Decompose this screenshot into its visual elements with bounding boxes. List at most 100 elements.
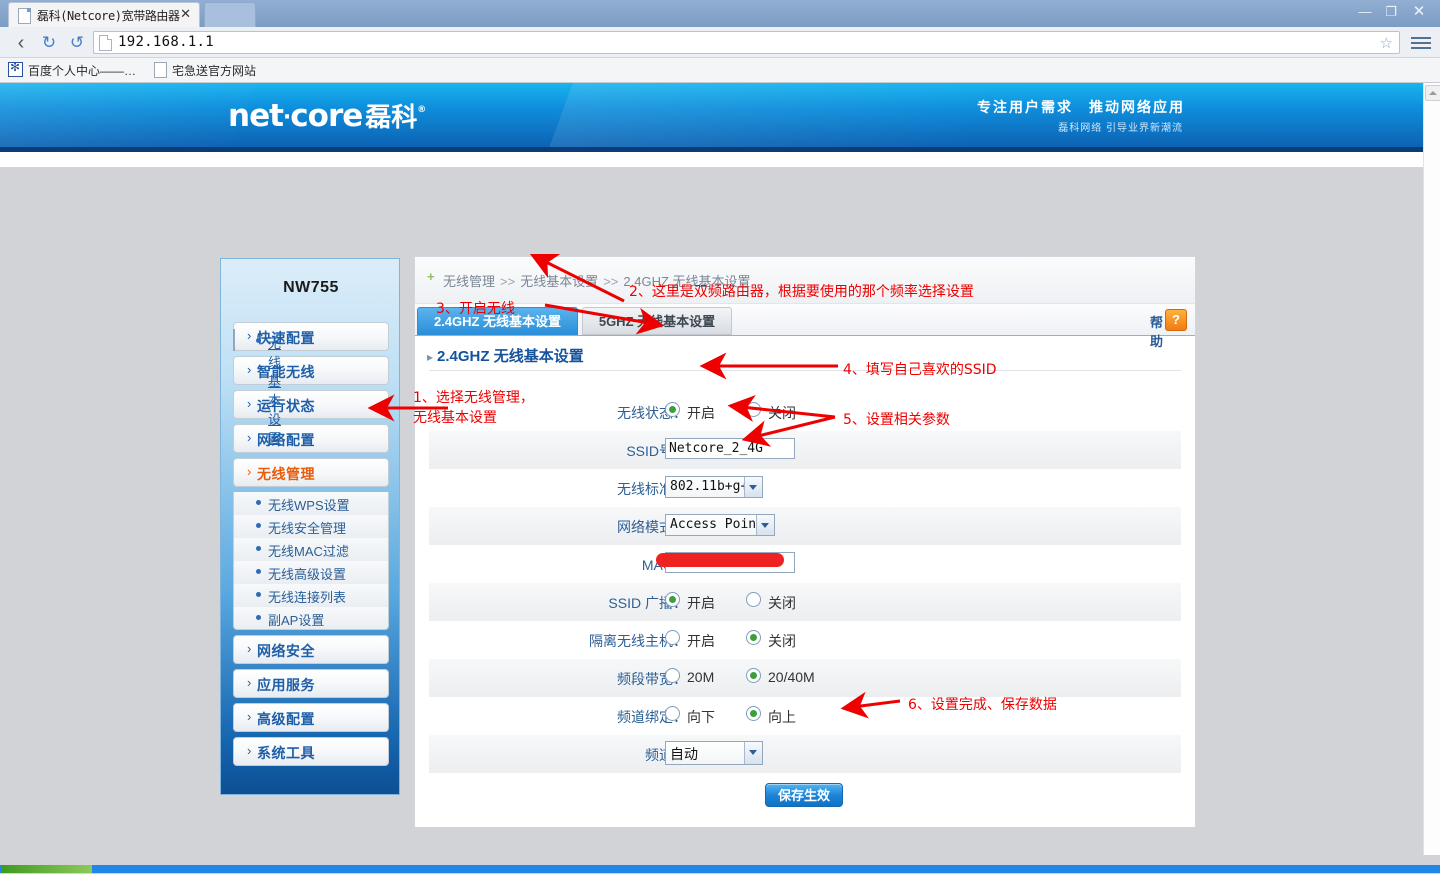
baidu-icon	[8, 62, 23, 77]
wireless-status-radio-on[interactable]	[665, 402, 680, 417]
sidebar-item-network-security[interactable]: › 网络安全	[233, 635, 389, 664]
form-row-channel: 频道： 自动	[429, 735, 1181, 773]
logo-chinese: 磊科	[365, 103, 417, 133]
bookmark-star-icon[interactable]: ☆	[1380, 35, 1393, 52]
taskbar-strip	[0, 865, 1440, 873]
network-mode-value: Access Point	[670, 517, 764, 532]
sidebar-subitem-mac-filter[interactable]: 无线MAC过滤	[233, 538, 389, 561]
scroll-up-arrow-icon[interactable]	[1425, 85, 1440, 101]
sidebar-subitem-label: 副AP设置	[268, 610, 324, 629]
channel-binding-radio-down[interactable]	[665, 706, 680, 721]
window-maximize-icon[interactable]: ❐	[1378, 2, 1404, 22]
wireless-standard-select[interactable]: 802.11b+g+n	[665, 476, 763, 498]
sidebar-item-label: 应用服务	[257, 675, 315, 695]
bookmark-label: 宅急送官方网站	[172, 62, 256, 79]
wireless-status-option-on: 开启	[687, 403, 715, 423]
taskbar	[0, 855, 1440, 874]
sidebar-item-network-config[interactable]: › 网络配置	[233, 424, 389, 453]
back-arrow-icon[interactable]: ‹	[10, 32, 32, 54]
breadcrumb-separator: >>	[603, 274, 618, 289]
sidebar-subitem-wireless-basic[interactable]: 无线基本设置	[233, 329, 235, 351]
save-button[interactable]: 保存生效	[765, 783, 843, 807]
sidebar-subitem-label: 无线连接列表	[268, 587, 346, 606]
isolate-hosts-radio-off[interactable]	[746, 630, 761, 645]
ssid-broadcast-radio-on[interactable]	[665, 592, 680, 607]
sidebar-subitem-wireless-advanced[interactable]: 无线高级设置	[233, 561, 389, 584]
chevron-right-icon: ›	[247, 396, 251, 411]
reload-icon[interactable]: ↻	[38, 32, 60, 54]
form-row-isolate-hosts: 隔离无线主机： 开启 关闭	[429, 621, 1181, 659]
history-icon[interactable]: ↺	[66, 32, 88, 54]
sidebar-item-system-tools[interactable]: › 系统工具	[233, 737, 389, 766]
wireless-status-radio-off[interactable]	[746, 402, 761, 417]
netcore-logo: net·core磊科®	[228, 97, 425, 134]
ssid-broadcast-option-on: 开启	[687, 593, 715, 613]
hamburger-menu-icon[interactable]	[1410, 34, 1432, 52]
sidebar-item-label: 智能无线	[257, 362, 315, 382]
channel-select[interactable]: 自动	[665, 741, 763, 765]
sidebar-subitem-label: 无线MAC过滤	[268, 541, 349, 560]
sidebar-item-label: 网络配置	[257, 430, 315, 450]
bullet-icon	[256, 500, 261, 505]
ssid-broadcast-radio-off[interactable]	[746, 592, 761, 607]
bullet-icon	[256, 569, 261, 574]
content-tab-bar: 2.4GHZ 无线基本设置 5GHZ 无线基本设置 帮助 ?	[415, 304, 1195, 336]
sidebar-subitem-wireless-security[interactable]: 无线安全管理	[233, 515, 389, 538]
annotation-4: 4、填写自己喜欢的SSID	[843, 360, 997, 380]
logo-core: core	[290, 98, 362, 134]
page-scrollbar[interactable]	[1423, 83, 1440, 855]
sidebar-item-label: 运行状态	[257, 396, 315, 416]
sidebar-subitem-label: 无线高级设置	[268, 564, 346, 583]
address-bar[interactable]: 192.168.1.1 ☆	[93, 31, 1400, 54]
bullet-icon	[256, 592, 261, 597]
channel-binding-radio-up[interactable]	[746, 706, 761, 721]
chevron-right-icon: ›	[247, 430, 251, 445]
sidebar-item-label: 快速配置	[257, 328, 315, 348]
sidebar-item-application-service[interactable]: › 应用服务	[233, 669, 389, 698]
sidebar-subitem-secondary-ap[interactable]: 副AP设置	[233, 607, 389, 630]
page-icon	[18, 8, 31, 24]
browser-chrome: 磊科(Netcore)宽带路由器 ✕ — ❐ ✕ ‹ ↻ ↺ 192.168.1…	[0, 0, 1440, 83]
chevron-down-icon	[744, 742, 762, 764]
window-minimize-icon[interactable]: —	[1352, 2, 1378, 22]
browser-tab-active[interactable]: 磊科(Netcore)宽带路由器 ✕	[8, 2, 200, 27]
bandwidth-radio-2040m[interactable]	[746, 668, 761, 683]
breadcrumb-item-1[interactable]: 无线管理	[443, 274, 495, 289]
window-close-icon[interactable]: ✕	[1406, 2, 1432, 22]
ssid-input[interactable]: Netcore_2_4G	[665, 438, 795, 459]
bandwidth-radio-20m[interactable]	[665, 668, 680, 683]
form-row-ssid-broadcast: SSID 广播： 开启 关闭	[429, 583, 1181, 621]
browser-new-tab-button[interactable]	[204, 2, 256, 27]
sidebar-menu: › 快速配置 › 智能无线 › 运行状态 › 网络配置 › 无线管理 无线基本设	[233, 322, 389, 771]
bullet-icon	[256, 546, 261, 551]
sidebar-item-wireless-management[interactable]: › 无线管理	[233, 458, 389, 487]
tab-5ghz-wireless-basic[interactable]: 5GHZ 无线基本设置	[582, 307, 732, 335]
sidebar-subitem-wps[interactable]: 无线WPS设置	[233, 492, 389, 515]
annotation-1: 1、选择无线管理， 无线基本设置	[413, 388, 534, 428]
device-model-label: NW755	[221, 279, 401, 297]
sidebar-item-status[interactable]: › 运行状态	[233, 390, 389, 419]
browser-navbar: ‹ ↻ ↺ 192.168.1.1 ☆	[0, 27, 1440, 58]
network-mode-select[interactable]: Access Point	[665, 514, 775, 536]
section-title: ▸2.4GHZ 无线基本设置	[427, 345, 584, 366]
form-row-wireless-standard: 无线标准： 802.11b+g+n	[429, 469, 1181, 507]
page-info-icon	[99, 35, 112, 51]
breadcrumb-item-2[interactable]: 无线基本设置	[520, 274, 598, 289]
address-bar-text: 192.168.1.1	[118, 34, 214, 50]
sidebar-item-smart-wireless[interactable]: › 智能无线	[233, 356, 389, 385]
annotation-5: 5、设置相关参数	[843, 410, 950, 430]
sidebar-item-quick-setup[interactable]: › 快速配置	[233, 322, 389, 351]
sidebar-subitem-connection-list[interactable]: 无线连接列表	[233, 584, 389, 607]
chevron-right-icon: ›	[247, 675, 251, 690]
sidebar-item-label: 高级配置	[257, 709, 315, 729]
isolate-hosts-radio-on[interactable]	[665, 630, 680, 645]
annotation-2: 2、这里是双频路由器，根据要使用的那个频率选择设置	[629, 282, 974, 302]
tab-close-icon[interactable]: ✕	[180, 7, 191, 21]
ssid-broadcast-option-off: 关闭	[768, 593, 796, 613]
browser-tab-title: 磊科(Netcore)宽带路由器	[37, 7, 180, 24]
sidebar-item-advanced-config[interactable]: › 高级配置	[233, 703, 389, 732]
form-row-network-mode: 网络模式： Access Point	[429, 507, 1181, 545]
browser-titlebar: 磊科(Netcore)宽带路由器 ✕ — ❐ ✕	[0, 0, 1440, 27]
bandwidth-option-2040m: 20/40M	[768, 669, 815, 685]
header-slogan-main: 专注用户需求 推动网络应用	[977, 97, 1185, 117]
